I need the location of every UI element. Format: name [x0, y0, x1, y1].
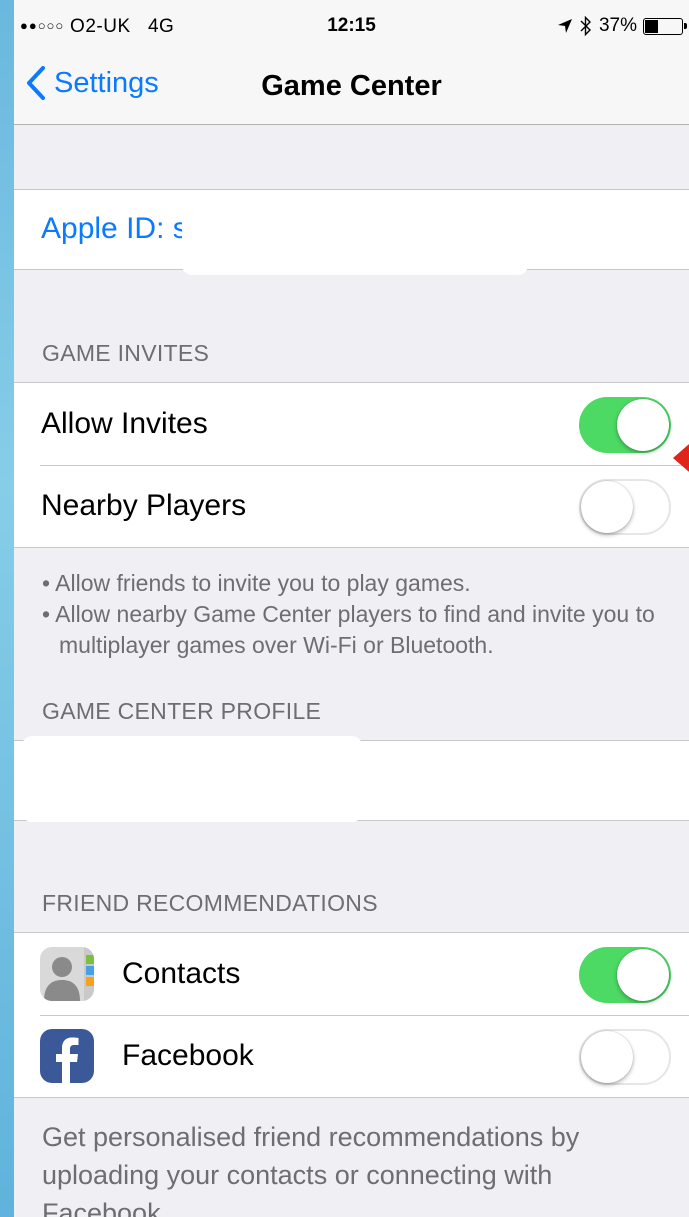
- page-title: Game Center: [261, 70, 442, 102]
- redacted-profile: [22, 736, 362, 822]
- battery-fill: [645, 19, 658, 33]
- battery-percent: 37%: [598, 15, 637, 36]
- allow-invites-label: Allow Invites: [41, 407, 208, 440]
- game-invites-header: GAME INVITES: [42, 340, 210, 366]
- facebook-switch[interactable]: [579, 1029, 671, 1085]
- footer-line-invites: • Allow friends to invite you to play ga…: [42, 570, 471, 596]
- wallpaper-edge: [0, 0, 14, 1217]
- nearby-players-label: Nearby Players: [41, 489, 247, 522]
- switch-knob: [617, 949, 669, 1001]
- redacted-apple-id: [182, 200, 528, 275]
- facebook-label: Facebook: [122, 1039, 254, 1072]
- nearby-players-switch[interactable]: [579, 479, 671, 535]
- battery-icon: [643, 17, 687, 35]
- contacts-label: Contacts: [122, 957, 241, 990]
- game-invites-footer: • Allow friends to invite you to play ga…: [42, 568, 682, 661]
- facebook-cell: Facebook: [14, 1015, 689, 1097]
- switch-knob: [581, 481, 633, 533]
- friend-recommendations-header: FRIEND RECOMMENDATIONS: [42, 890, 378, 916]
- game-center-profile-header: GAME CENTER PROFILE: [42, 698, 322, 724]
- location-arrow-icon: [557, 19, 572, 33]
- status-bar: ●●○○○ O2-UK 4G 12:15 37%: [14, 0, 689, 52]
- status-right: 37%: [557, 15, 687, 37]
- switch-knob: [617, 399, 669, 451]
- bluetooth-icon: [580, 15, 591, 37]
- allow-invites-switch[interactable]: [579, 397, 671, 453]
- footer-line-nearby: • Allow nearby Game Center players to fi…: [42, 601, 655, 658]
- switch-knob: [581, 1031, 633, 1083]
- navigation-bar: Settings Game Center: [14, 52, 689, 125]
- contacts-icon: [40, 947, 94, 1001]
- facebook-icon: [40, 1029, 94, 1083]
- settings-screen: ●●○○○ O2-UK 4G 12:15 37% Settings Game C…: [14, 0, 689, 1217]
- allow-invites-cell: Allow Invites: [14, 383, 689, 465]
- contacts-switch[interactable]: [579, 947, 671, 1003]
- red-arrow-annotation: [673, 432, 689, 484]
- nearby-players-cell: Nearby Players: [14, 465, 689, 547]
- friend-recommendations-footer: Get personalised friend recommendations …: [42, 1122, 580, 1217]
- apple-id-label: Apple ID: s: [41, 212, 188, 245]
- friend-recommendations-group: Contacts Facebook: [14, 932, 689, 1098]
- game-invites-group: Allow Invites Nearby Players: [14, 382, 689, 548]
- contacts-cell: Contacts: [14, 933, 689, 1015]
